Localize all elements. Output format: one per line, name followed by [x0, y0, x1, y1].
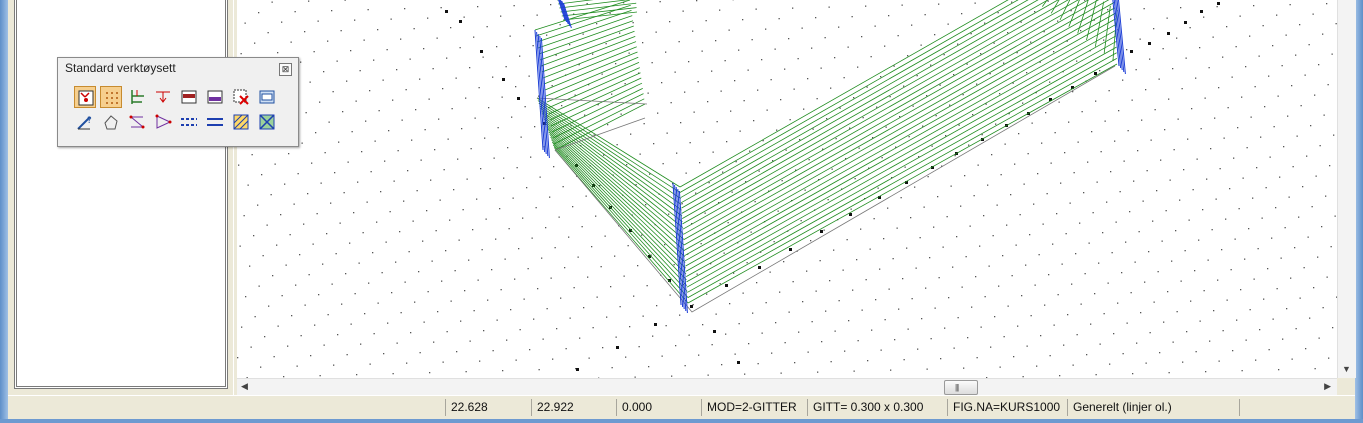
window-frame-left: [0, 0, 8, 423]
status-y-coordinate: 22.922: [531, 399, 615, 416]
horizontal-scroll-thumb[interactable]: |||: [944, 380, 978, 395]
measure-help-button[interactable]: ?: [74, 111, 96, 133]
window-frame-button[interactable]: [256, 86, 278, 108]
construction-points: [445, 2, 1220, 371]
scroll-right-icon[interactable]: ▶: [1324, 381, 1331, 392]
align-lines-icon: [131, 90, 144, 104]
cross-box-icon: [259, 114, 275, 130]
status-grid: GITT= 0.300 x 0.300: [807, 399, 945, 416]
triangle-node-button[interactable]: [152, 111, 174, 133]
polygon-button[interactable]: [100, 111, 122, 133]
grid-dots: [237, 0, 1337, 378]
status-empty-cell: [1239, 399, 1345, 416]
scroll-left-icon[interactable]: ◀: [241, 381, 248, 392]
drop-marker-button[interactable]: [152, 86, 174, 108]
toolbox-title: Standard verktøysett: [65, 61, 176, 75]
grid-delete-icon: [233, 89, 249, 105]
scroll-corner: [1337, 378, 1355, 395]
drop-marker-icon: [156, 91, 170, 103]
corner-edge-right: [1112, 0, 1126, 75]
node-edit-icon: [129, 115, 145, 129]
cross-box-button[interactable]: [256, 111, 278, 133]
status-z-coordinate: 0.000: [616, 399, 700, 416]
window-frame-icon: [259, 90, 275, 104]
panel-layer-button[interactable]: [204, 86, 226, 108]
upper-left-wall-sheet: [534, 0, 646, 151]
status-layer: Generelt (linjer ol.): [1067, 399, 1241, 416]
select-point-icon: [78, 90, 94, 106]
window-frame-right: [1355, 0, 1363, 423]
front-wall-sheet: [679, 0, 1118, 304]
status-bar: 22.628 22.922 0.000 MOD=2-GITTER GITT= 0…: [8, 395, 1355, 419]
horizontal-scrollbar[interactable]: ◀ ||| ▶: [237, 378, 1337, 396]
status-figure-name: FIG.NA=KURS1000: [947, 399, 1065, 416]
status-x-coordinate: 22.628: [445, 399, 529, 416]
window-frame-bottom: [0, 419, 1363, 423]
drawing-canvas[interactable]: [237, 0, 1337, 378]
double-line-icon: [207, 118, 223, 126]
standard-toolbox-window[interactable]: Standard verktøysett ⊠ ?: [57, 57, 299, 147]
hatch-fill-icon: [233, 114, 249, 130]
wall-outline: [536, 65, 1116, 313]
top-small-wall-sheet: [557, 0, 638, 21]
node-edit-button[interactable]: [126, 111, 148, 133]
status-mode: MOD=2-GITTER: [701, 399, 805, 416]
wall-layer-button[interactable]: [178, 86, 200, 108]
grid-snap-icon: [106, 92, 118, 104]
vertical-scrollbar[interactable]: ▼: [1337, 0, 1356, 378]
triangle-node-icon: [155, 114, 172, 129]
align-lines-button[interactable]: [126, 86, 148, 108]
double-line-button[interactable]: [204, 111, 226, 133]
panel-layer-icon: [207, 90, 223, 104]
grid-snap-button[interactable]: [100, 86, 122, 108]
close-icon[interactable]: ⊠: [279, 63, 292, 76]
measure-help-icon: ?: [77, 116, 92, 130]
svg-text:?: ?: [87, 116, 92, 126]
grid-delete-button[interactable]: [230, 86, 252, 108]
hatch-fill-button[interactable]: [230, 111, 252, 133]
corner-edge-left: [534, 29, 550, 159]
scroll-down-icon[interactable]: ▼: [1342, 364, 1351, 374]
model-viewport[interactable]: [237, 0, 1337, 378]
scroll-grip: |||: [955, 383, 959, 392]
wall-layer-icon: [181, 90, 197, 104]
polygon-icon: [104, 115, 118, 130]
dashed-line-button[interactable]: [178, 111, 200, 133]
select-point-button[interactable]: [74, 86, 96, 108]
dashed-line-icon: [181, 118, 197, 126]
